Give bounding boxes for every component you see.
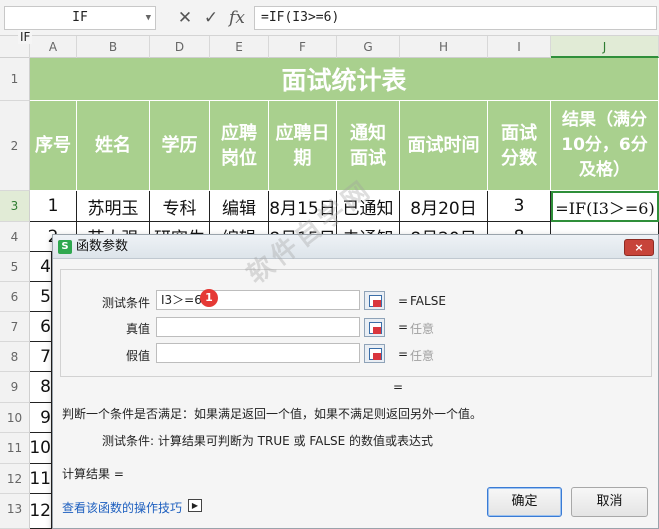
table-cell[interactable]: 专科 — [150, 191, 210, 222]
table-cell[interactable]: 7 — [30, 342, 52, 372]
collapse-dialog-icon[interactable] — [364, 344, 385, 363]
cancel-icon[interactable]: ✕ — [174, 6, 196, 30]
row-header-10[interactable]: 10 — [0, 403, 30, 433]
fx-icon[interactable]: fx — [226, 6, 248, 30]
column-header-j[interactable]: J — [551, 36, 659, 58]
row-header-4[interactable]: 4 — [0, 222, 30, 252]
formula-input[interactable]: =IF(I3>=6) — [254, 6, 657, 30]
arg-equals: = — [398, 294, 409, 308]
column-header-e[interactable]: E — [210, 36, 269, 58]
row-header-9[interactable]: 9 — [0, 372, 30, 403]
table-cell[interactable]: 4 — [30, 252, 52, 282]
confirm-icon[interactable]: ✓ — [200, 6, 222, 30]
column-header-h[interactable]: H — [400, 36, 488, 58]
table-cell[interactable]: 6 — [30, 312, 52, 342]
table-cell[interactable]: 苏明玉 — [77, 191, 150, 222]
column-header-a[interactable]: A — [30, 36, 77, 58]
row-header-2[interactable]: 2 — [0, 101, 30, 191]
calculation-result: 计算结果 = — [62, 467, 124, 481]
arg-equals: = — [398, 347, 409, 361]
header-cell[interactable]: 结果（满分 10分，6分 及格） — [551, 101, 659, 191]
dialog-title: 函数参数 — [76, 239, 129, 254]
row-header-11[interactable]: 11 — [0, 433, 30, 464]
column-header-i[interactable]: I — [488, 36, 551, 58]
formula-bar: IF ▼ ✕ ✓ fx =IF(I3>=6) — [0, 0, 659, 36]
value-if-true-result: 任意 — [410, 322, 435, 336]
value-if-false-result: 任意 — [410, 349, 435, 363]
column-header: A B D E F G H I J — [0, 36, 659, 58]
table-cell[interactable]: 12 — [29, 494, 52, 529]
arg-label-test: 测试条件 — [101, 296, 150, 310]
wps-logo-icon: S — [58, 240, 72, 254]
value-if-true-input[interactable] — [156, 317, 360, 337]
table-cell[interactable]: 编辑 — [210, 191, 269, 222]
column-header-f[interactable]: F — [269, 36, 337, 58]
row-header-3[interactable]: 3 — [0, 191, 30, 222]
header-cell[interactable]: 应聘 岗位 — [210, 101, 269, 191]
ok-button[interactable]: 确定 — [487, 487, 562, 517]
collapse-dialog-icon[interactable] — [364, 318, 385, 337]
chevron-down-icon[interactable]: ▼ — [146, 7, 151, 29]
cancel-button[interactable]: 取消 — [571, 487, 648, 517]
name-box[interactable]: IF ▼ — [4, 6, 156, 30]
table-cell[interactable]: 8 — [30, 372, 52, 403]
close-button[interactable]: × — [624, 239, 654, 256]
column-header-g[interactable]: G — [337, 36, 400, 58]
value-if-false-input[interactable] — [156, 343, 360, 363]
table-cell[interactable]: 1 — [30, 191, 77, 222]
arg-label-false: 假值 — [125, 349, 150, 363]
table-cell[interactable]: 9 — [30, 403, 52, 433]
row-header-1[interactable]: 1 — [0, 58, 30, 101]
header-cell[interactable]: 面试 分数 — [488, 101, 551, 191]
name-box-value: IF — [72, 10, 88, 25]
table-cell[interactable]: 11 — [29, 464, 52, 494]
row-header-6[interactable]: 6 — [0, 282, 30, 312]
video-icon[interactable]: ▶ — [188, 499, 202, 512]
arg-label-true: 真值 — [125, 322, 150, 336]
collapse-dialog-icon[interactable] — [364, 291, 385, 310]
table-cell[interactable]: 3 — [488, 191, 551, 222]
table-cell[interactable]: 8月20日 — [400, 191, 488, 222]
table-cell[interactable]: 5 — [30, 282, 52, 312]
row-header-8[interactable]: 8 — [0, 342, 30, 372]
function-description: 判断一个条件是否满足：如果满足返回一个值，如果不满足则返回另外一个值。 — [62, 407, 483, 421]
row-header-13[interactable]: 13 — [0, 494, 30, 529]
arg-equals: = — [398, 320, 409, 334]
column-header-b[interactable]: B — [77, 36, 150, 58]
dialog-title-bar[interactable]: S 函数参数 × — [53, 235, 658, 259]
step-badge: 1 — [200, 289, 218, 307]
header-cell[interactable]: 应聘日 期 — [269, 101, 337, 191]
header-cell[interactable]: 序号 — [30, 101, 77, 191]
header-cell[interactable]: 学历 — [150, 101, 210, 191]
function-name: IF — [18, 30, 33, 44]
function-arguments-dialog: S 函数参数 × — [52, 234, 659, 529]
active-cell[interactable]: =IF(I3＞=6) — [551, 191, 659, 222]
header-cell[interactable]: 姓名 — [77, 101, 150, 191]
row-header-7[interactable]: 7 — [0, 312, 30, 342]
column-header-d[interactable]: D — [150, 36, 210, 58]
help-link[interactable]: 查看该函数的操作技巧 — [62, 499, 182, 516]
test-condition-result: FALSE — [410, 294, 446, 308]
argument-description: 测试条件: 计算结果可判断为 TRUE 或 FALSE 的数值或表达式 — [102, 434, 434, 448]
test-condition-input[interactable]: I3＞=6 — [156, 290, 360, 310]
table-title[interactable]: 面试统计表 — [30, 58, 659, 101]
row-header-12[interactable]: 12 — [0, 464, 30, 494]
row-header-5[interactable]: 5 — [0, 252, 30, 282]
header-cell[interactable]: 面试时间 — [400, 101, 488, 191]
formula-result-equals: = — [393, 380, 404, 394]
table-cell[interactable]: 10 — [29, 433, 52, 464]
